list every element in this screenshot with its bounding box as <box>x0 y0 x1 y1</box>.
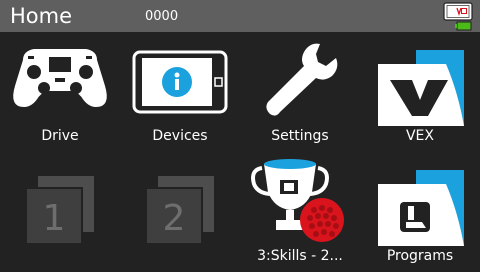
vex-folder-icon <box>378 50 464 126</box>
program-slot-2[interactable]: 2 <box>120 152 240 272</box>
brain-battery-icon[interactable] <box>443 2 473 31</box>
app-programs[interactable]: Programs <box>360 152 480 272</box>
brain-info-icon <box>132 50 228 114</box>
home-screen: Drive Devices Settings VEX 1 2 3:Skills … <box>0 32 480 272</box>
slot-2-icon: 2 <box>145 176 214 245</box>
title-bar: Home 0000 <box>0 0 480 32</box>
app-skills-program[interactable]: 3:Skills - 2... <box>240 152 360 272</box>
gamepad-icon <box>13 49 107 108</box>
app-label: Settings <box>271 128 329 144</box>
app-vex[interactable]: VEX <box>360 32 480 152</box>
slot-number: 2 <box>163 198 186 239</box>
page-title: Home <box>10 4 73 28</box>
slot-number: 1 <box>43 198 66 239</box>
trophy-ball-icon <box>251 159 344 242</box>
slot-1-icon: 1 <box>25 176 94 245</box>
program-slot-1[interactable]: 1 <box>0 152 120 272</box>
counter-readout: 0000 <box>145 9 179 24</box>
app-label: Devices <box>152 128 208 144</box>
wrench-icon <box>266 43 338 116</box>
app-drive[interactable]: Drive <box>0 32 120 152</box>
app-devices[interactable]: Devices <box>120 32 240 152</box>
app-label: Drive <box>41 128 79 144</box>
app-label: Programs <box>386 248 454 264</box>
app-settings[interactable]: Settings <box>240 32 360 152</box>
app-label: 3:Skills - 2... <box>257 248 343 264</box>
programs-folder-icon <box>378 170 464 246</box>
app-label: VEX <box>405 128 434 144</box>
